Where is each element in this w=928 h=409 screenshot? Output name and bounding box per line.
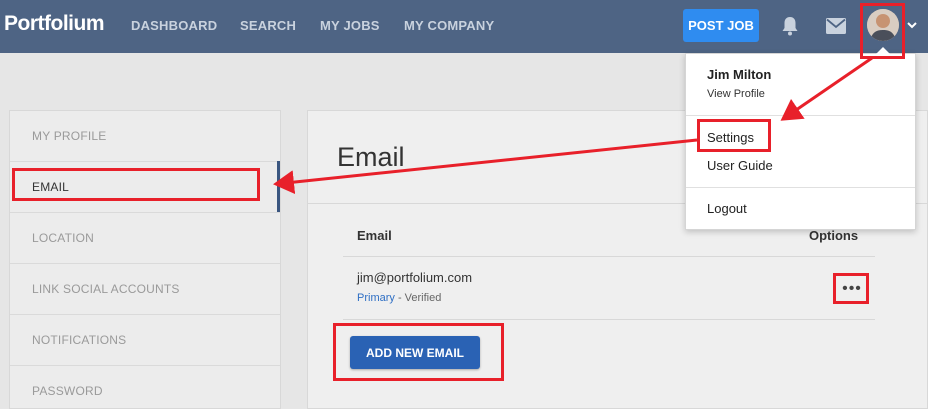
active-indicator bbox=[277, 161, 280, 212]
annotation-box-avatar bbox=[860, 3, 905, 59]
divider bbox=[343, 256, 875, 257]
chevron-down-icon[interactable] bbox=[906, 20, 918, 30]
nav-my-company[interactable]: MY COMPANY bbox=[404, 18, 494, 33]
sidebar-item-label: LINK SOCIAL ACCOUNTS bbox=[32, 282, 180, 296]
divider bbox=[343, 319, 875, 320]
view-profile-link[interactable]: View Profile bbox=[707, 88, 765, 100]
nav-dashboard[interactable]: DASHBOARD bbox=[131, 18, 217, 33]
dropdown-user-name: Jim Milton bbox=[707, 67, 772, 82]
mail-icon[interactable] bbox=[826, 18, 846, 34]
portfolium-logo[interactable]: Portfolium bbox=[4, 12, 105, 36]
column-header-email: Email bbox=[357, 228, 392, 243]
sidebar-item-link-social-accounts[interactable]: LINK SOCIAL ACCOUNTS bbox=[10, 264, 280, 315]
nav-my-jobs[interactable]: MY JOBS bbox=[320, 18, 380, 33]
annotation-box-add-email bbox=[333, 323, 504, 381]
annotation-box-options bbox=[833, 273, 869, 304]
sidebar-item-my-profile[interactable]: MY PROFILE bbox=[10, 111, 280, 162]
page-title: Email bbox=[337, 142, 405, 172]
sidebar-item-label: LOCATION bbox=[32, 231, 95, 245]
column-header-options: Options bbox=[809, 228, 859, 243]
post-job-button[interactable]: POST JOB bbox=[683, 9, 759, 42]
bell-icon[interactable] bbox=[781, 16, 799, 36]
top-nav-bar: Portfolium DASHBOARD SEARCH MY JOBS MY C… bbox=[0, 0, 928, 53]
sidebar-item-label: MY PROFILE bbox=[32, 129, 107, 143]
email-status: Primary - Verified bbox=[357, 292, 441, 304]
divider bbox=[686, 115, 915, 116]
nav-search[interactable]: SEARCH bbox=[240, 18, 296, 33]
sidebar-item-label: PASSWORD bbox=[32, 384, 103, 398]
annotation-box-email bbox=[12, 168, 260, 201]
menu-item-logout[interactable]: Logout bbox=[707, 201, 747, 216]
sidebar-item-password[interactable]: PASSWORD bbox=[10, 366, 280, 409]
sidebar-item-label: NOTIFICATIONS bbox=[32, 333, 127, 347]
verified-label: - Verified bbox=[394, 292, 442, 304]
sidebar-item-location[interactable]: LOCATION bbox=[10, 213, 280, 264]
annotation-box-settings bbox=[697, 119, 771, 152]
email-address: jim@portfolium.com bbox=[357, 270, 473, 285]
settings-sidebar: MY PROFILE EMAIL LOCATION LINK SOCIAL AC… bbox=[9, 110, 281, 409]
primary-label: Primary bbox=[357, 292, 395, 304]
sidebar-item-notifications[interactable]: NOTIFICATIONS bbox=[10, 315, 280, 366]
menu-item-user-guide[interactable]: User Guide bbox=[707, 158, 773, 173]
divider bbox=[686, 187, 915, 188]
